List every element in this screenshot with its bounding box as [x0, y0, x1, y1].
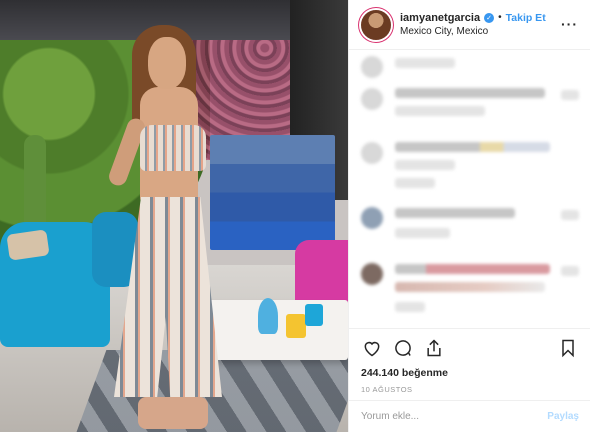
- follow-button[interactable]: Takip Et: [506, 13, 546, 24]
- post-photo[interactable]: [0, 0, 348, 432]
- comment-box: Paylaş: [349, 400, 590, 432]
- action-bar: 244.140 beğenme 10 AĞUSTOS: [349, 328, 590, 394]
- blurred-text: [395, 302, 425, 312]
- blurred-avatar: [361, 207, 383, 229]
- blurred-text: [395, 88, 545, 98]
- separator-dot: •: [498, 12, 502, 23]
- post-sidebar: iamyanetgarcia ✓ • Takip Et Mexico City,…: [348, 0, 590, 432]
- header-row: iamyanetgarcia ✓ • Takip Et: [400, 12, 546, 24]
- likes-count[interactable]: 244.140 beğenme: [361, 367, 579, 379]
- comment-input[interactable]: [361, 411, 548, 422]
- striped-top: [140, 125, 206, 171]
- blurred-avatar: [361, 56, 383, 78]
- blurred-text: [395, 228, 450, 238]
- verified-icon: ✓: [484, 13, 495, 23]
- comments-list[interactable]: [349, 50, 590, 328]
- blurred-like: [561, 210, 579, 220]
- blurred-text: [395, 58, 455, 68]
- bird-figurine: [258, 298, 278, 334]
- blurred-like: [561, 90, 579, 100]
- blurred-avatar: [361, 142, 383, 164]
- blurred-text: [395, 264, 550, 274]
- avatar[interactable]: [361, 9, 391, 40]
- blurred-text: [395, 142, 550, 152]
- cactus: [24, 135, 46, 225]
- more-options-icon[interactable]: ···: [561, 16, 578, 32]
- blue-container: [305, 304, 323, 326]
- header-text: iamyanetgarcia ✓ • Takip Et Mexico City,…: [400, 12, 546, 37]
- post-date[interactable]: 10 AĞUSTOS: [361, 385, 579, 394]
- username-link[interactable]: iamyanetgarcia: [400, 12, 480, 24]
- yellow-container: [286, 314, 306, 338]
- post-header: iamyanetgarcia ✓ • Takip Et Mexico City,…: [349, 0, 590, 50]
- pillow: [6, 229, 50, 261]
- feet: [138, 397, 208, 429]
- share-icon[interactable]: [423, 337, 445, 359]
- blurred-avatar: [361, 88, 383, 110]
- blurred-text: [395, 106, 485, 116]
- woman-figure: [106, 25, 230, 432]
- blurred-text: [395, 282, 545, 292]
- bookmark-icon[interactable]: [557, 337, 579, 359]
- blurred-text: [395, 208, 515, 218]
- icon-row: [361, 337, 579, 359]
- face: [148, 37, 186, 89]
- blurred-avatar: [361, 263, 383, 285]
- location-link[interactable]: Mexico City, Mexico: [400, 26, 546, 37]
- striped-pants: [114, 197, 222, 397]
- comment-icon[interactable]: [392, 337, 414, 359]
- blurred-like: [561, 266, 579, 276]
- heart-icon[interactable]: [361, 337, 383, 359]
- post-comment-button[interactable]: Paylaş: [547, 411, 579, 422]
- blurred-text: [395, 160, 455, 170]
- blurred-text: [395, 178, 435, 188]
